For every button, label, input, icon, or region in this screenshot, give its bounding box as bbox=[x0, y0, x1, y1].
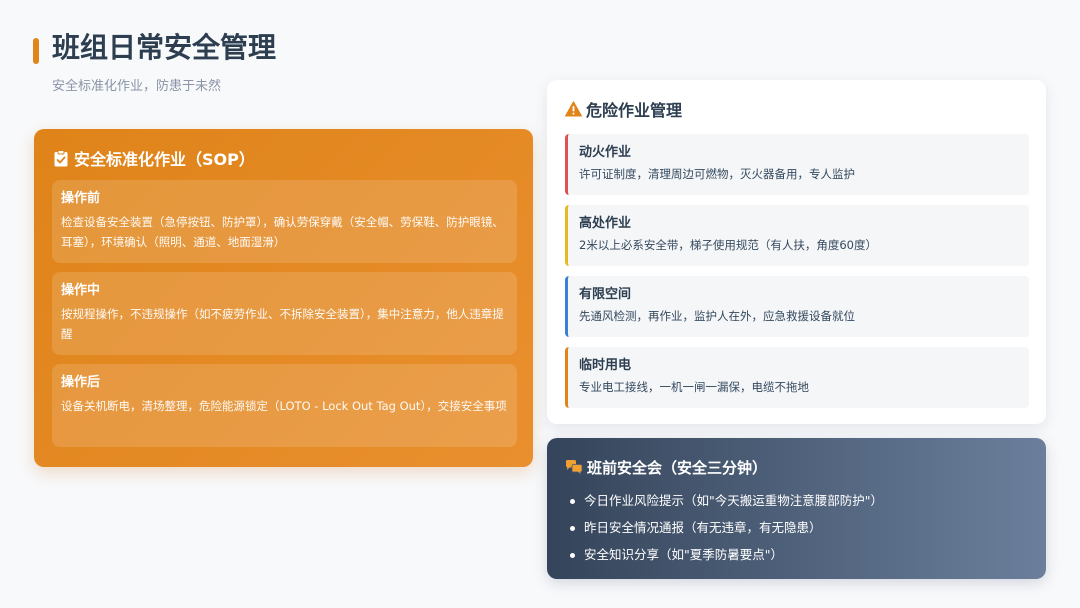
meeting-card-header: 班前安全会（安全三分钟） bbox=[565, 455, 1028, 479]
clipboard-check-icon bbox=[54, 149, 68, 167]
hazard-item-desc: 先通风检测，再作业，监护人在外，应急救援设备就位 bbox=[579, 309, 855, 323]
meeting-card-title: 班前安全会（安全三分钟） bbox=[587, 458, 768, 477]
page-subtitle: 安全标准化作业，防患于未然 bbox=[52, 79, 222, 94]
hazard-item-temporary-power: 临时用电 专业电工接线，一机一闸一漏保，电缆不拖地 bbox=[565, 347, 1029, 408]
hazard-card-header: 危险作业管理 bbox=[565, 96, 1029, 122]
warning-triangle-icon bbox=[565, 101, 582, 117]
sop-item-title: 操作后 bbox=[61, 375, 101, 390]
hazard-item-title: 动火作业 bbox=[579, 145, 632, 160]
hazard-item-title: 有限空间 bbox=[579, 287, 632, 302]
sop-item-desc: 设备关机断电，清场整理，危险能源锁定（LOTO - Lock Out Tag O… bbox=[61, 399, 507, 413]
hazard-item-desc: 许可证制度，清理周边可燃物，灭火器备用，专人监护 bbox=[579, 167, 855, 181]
meeting-list: 今日作业风险提示（如"今天搬运重物注意腰部防护"） 昨日安全情况通报（有无违章，… bbox=[565, 487, 1028, 568]
sop-item-before: 操作前 检查设备安全装置（急停按钮、防护罩），确认劳保穿戴（安全帽、劳保鞋、防护… bbox=[52, 180, 517, 263]
meeting-card: 班前安全会（安全三分钟） 今日作业风险提示（如"今天搬运重物注意腰部防护"） 昨… bbox=[547, 438, 1046, 579]
hazard-item-work-at-height: 高处作业 2米以上必系安全带，梯子使用规范（有人扶，角度60度） bbox=[565, 205, 1029, 266]
hazard-card: 危险作业管理 动火作业 许可证制度，清理周边可燃物，灭火器备用，专人监护 高处作… bbox=[547, 80, 1046, 424]
sop-card-title: 安全标准化作业（SOP） bbox=[74, 150, 255, 169]
hazard-item-title: 高处作业 bbox=[579, 216, 632, 231]
chat-bubbles-icon bbox=[565, 459, 583, 475]
list-item: 昨日安全情况通报（有无违章，有无隐患） bbox=[569, 514, 1028, 541]
sop-item-title: 操作中 bbox=[61, 283, 101, 298]
hazard-item-desc: 专业电工接线，一机一闸一漏保，电缆不拖地 bbox=[579, 380, 809, 394]
hazard-item-hot-work: 动火作业 许可证制度，清理周边可燃物，灭火器备用，专人监护 bbox=[565, 134, 1029, 195]
list-item: 今日作业风险提示（如"今天搬运重物注意腰部防护"） bbox=[569, 487, 1028, 514]
title-accent-bar bbox=[33, 38, 39, 64]
hazard-item-title: 临时用电 bbox=[579, 358, 632, 373]
hazard-item-desc: 2米以上必系安全带，梯子使用规范（有人扶，角度60度） bbox=[579, 238, 877, 252]
sop-item-during: 操作中 按规程操作，不违规操作（如不疲劳作业、不拆除安全装置），集中注意力，他人… bbox=[52, 272, 517, 355]
sop-item-desc: 检查设备安全装置（急停按钮、防护罩），确认劳保穿戴（安全帽、劳保鞋、防护眼镜、耳… bbox=[61, 215, 504, 249]
sop-item-after: 操作后 设备关机断电，清场整理，危险能源锁定（LOTO - Lock Out T… bbox=[52, 364, 517, 447]
sop-item-title: 操作前 bbox=[61, 191, 101, 206]
sop-item-desc: 按规程操作，不违规操作（如不疲劳作业、不拆除安全装置），集中注意力，他人违章提醒 bbox=[61, 307, 504, 341]
page-title: 班组日常安全管理 bbox=[52, 31, 277, 64]
sop-card: 安全标准化作业（SOP） 操作前 检查设备安全装置（急停按钮、防护罩），确认劳保… bbox=[34, 129, 533, 467]
hazard-card-title: 危险作业管理 bbox=[586, 101, 683, 120]
list-item: 安全知识分享（如"夏季防暑要点"） bbox=[569, 541, 1028, 568]
sop-card-header: 安全标准化作业（SOP） bbox=[54, 147, 517, 169]
hazard-item-confined-space: 有限空间 先通风检测，再作业，监护人在外，应急救援设备就位 bbox=[565, 276, 1029, 337]
